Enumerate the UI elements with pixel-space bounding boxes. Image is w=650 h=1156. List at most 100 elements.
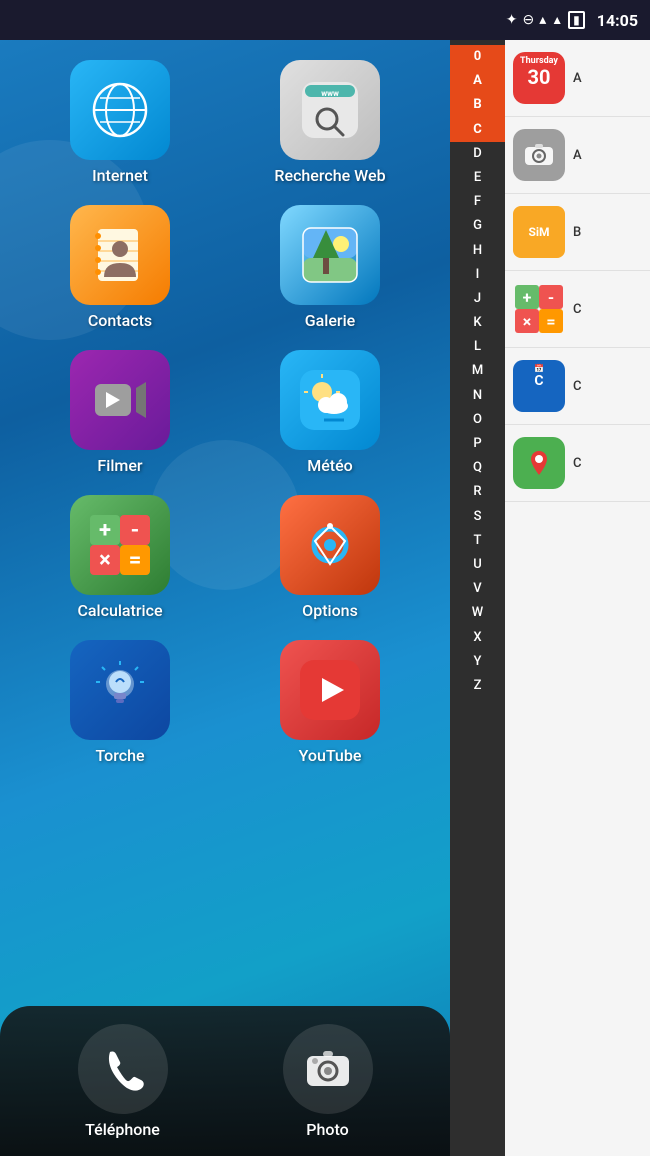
svg-text:-: - — [548, 288, 554, 307]
right-app-cal2[interactable]: 📅 C C — [505, 348, 650, 425]
contacts-svg — [90, 225, 150, 285]
alpha-H[interactable]: H — [450, 239, 505, 263]
alpha-B[interactable]: B — [450, 93, 505, 117]
dock-photo[interactable]: Photo — [283, 1024, 373, 1139]
alpha-S[interactable]: S — [450, 505, 505, 529]
galerie-svg — [299, 224, 361, 286]
internet-icon — [70, 60, 170, 160]
app-youtube[interactable]: YouTube — [230, 640, 430, 765]
dock-telephone[interactable]: Téléphone — [78, 1024, 168, 1139]
contacts-label: Contacts — [88, 311, 152, 330]
alpha-C[interactable]: C — [450, 118, 505, 142]
meteo-label: Météo — [307, 456, 353, 475]
alpha-N[interactable]: N — [450, 384, 505, 408]
options-label: Options — [302, 601, 358, 620]
alphabet-sidebar: 0 A B C D E F G H I J K L M N O P Q R S … — [450, 40, 505, 1156]
right-app-maps[interactable]: C — [505, 425, 650, 502]
alpha-I[interactable]: I — [450, 263, 505, 287]
meteo-icon — [280, 350, 380, 450]
camera2-icon — [513, 129, 565, 181]
app-torche[interactable]: Torche — [20, 640, 220, 765]
telephone-label: Téléphone — [85, 1120, 160, 1139]
app-calculatrice[interactable]: + - × = Calculatrice — [20, 495, 220, 620]
alpha-V[interactable]: V — [450, 577, 505, 601]
app-meteo[interactable]: Météo — [230, 350, 430, 475]
status-bar: ✦ ⊖ ▴ ▲ ▮ 14:05 — [0, 0, 650, 40]
right-app-camera[interactable]: A — [505, 117, 650, 194]
alpha-J[interactable]: J — [450, 287, 505, 311]
options-icon — [280, 495, 380, 595]
cal2-label: C — [573, 379, 582, 394]
web-search-icon: www — [280, 60, 380, 160]
signal-icon: ▲ — [551, 13, 563, 27]
alpha-K[interactable]: K — [450, 311, 505, 335]
right-panel-app-drawer: Thursday 30 A A SiM B + — [505, 40, 650, 1156]
camera2-label: A — [573, 148, 582, 163]
svg-text:+: + — [99, 518, 111, 543]
alpha-Z[interactable]: Z — [450, 674, 505, 698]
torche-svg — [90, 660, 150, 720]
alpha-O[interactable]: O — [450, 408, 505, 432]
maps-svg — [521, 445, 557, 481]
bluetooth-icon: ✦ — [506, 12, 518, 28]
homescreen: Internet www Recherche Web — [0, 40, 450, 1156]
calc-icon: + - × = — [70, 495, 170, 595]
phone-svg — [98, 1044, 148, 1094]
svg-text:www: www — [321, 89, 339, 98]
alpha-L[interactable]: L — [450, 335, 505, 359]
app-options[interactable]: Options — [230, 495, 430, 620]
calc2-label: C — [573, 302, 582, 317]
app-grid: Internet www Recherche Web — [0, 50, 450, 775]
status-time: 14:05 — [597, 11, 638, 30]
youtube-label: YouTube — [299, 746, 362, 765]
dnd-icon: ⊖ — [523, 12, 535, 28]
dock: Téléphone Photo — [0, 1006, 450, 1156]
alpha-Y[interactable]: Y — [450, 650, 505, 674]
calendar-icon: Thursday 30 — [513, 52, 565, 104]
app-internet[interactable]: Internet — [20, 60, 220, 185]
alpha-G[interactable]: G — [450, 214, 505, 238]
alpha-X[interactable]: X — [450, 626, 505, 650]
alpha-R[interactable]: R — [450, 480, 505, 504]
alpha-Q[interactable]: Q — [450, 456, 505, 480]
alpha-P[interactable]: P — [450, 432, 505, 456]
torche-label: Torche — [95, 746, 144, 765]
galerie-icon — [280, 205, 380, 305]
calendar-label: A — [573, 71, 582, 86]
app-contacts[interactable]: Contacts — [20, 205, 220, 330]
right-app-sim[interactable]: SiM B — [505, 194, 650, 271]
alpha-W[interactable]: W — [450, 601, 505, 625]
internet-label: Internet — [92, 166, 148, 185]
maps-label: C — [573, 456, 582, 471]
calc2-icon: + - × = — [513, 283, 565, 335]
telephone-icon — [78, 1024, 168, 1114]
web-label: Recherche Web — [274, 166, 385, 185]
photo-label: Photo — [306, 1120, 348, 1139]
alpha-M[interactable]: M — [450, 359, 505, 383]
youtube-icon — [280, 640, 380, 740]
calc2-svg: + - × = — [515, 285, 563, 333]
alpha-T[interactable]: T — [450, 529, 505, 553]
alpha-U[interactable]: U — [450, 553, 505, 577]
options-svg — [301, 516, 359, 574]
alpha-E[interactable]: E — [450, 166, 505, 190]
app-filmer[interactable]: Filmer — [20, 350, 220, 475]
alpha-D[interactable]: D — [450, 142, 505, 166]
filmer-svg — [90, 370, 150, 430]
filmer-label: Filmer — [97, 456, 142, 475]
alpha-0[interactable]: 0 — [450, 45, 505, 69]
meteo-svg — [300, 370, 360, 430]
app-galerie[interactable]: Galerie — [230, 205, 430, 330]
wifi-icon: ▴ — [539, 12, 546, 28]
calc-svg: + - × = — [90, 515, 150, 575]
galerie-label: Galerie — [305, 311, 355, 330]
alpha-F[interactable]: F — [450, 190, 505, 214]
photo-icon — [283, 1024, 373, 1114]
camera-svg — [303, 1044, 353, 1094]
alpha-A[interactable]: A — [450, 69, 505, 93]
right-app-calc2[interactable]: + - × = C — [505, 271, 650, 348]
right-app-calendar[interactable]: Thursday 30 A — [505, 40, 650, 117]
svg-text:×: × — [99, 548, 111, 573]
web-search-svg: www — [299, 79, 361, 141]
app-recherche-web[interactable]: www Recherche Web — [230, 60, 430, 185]
